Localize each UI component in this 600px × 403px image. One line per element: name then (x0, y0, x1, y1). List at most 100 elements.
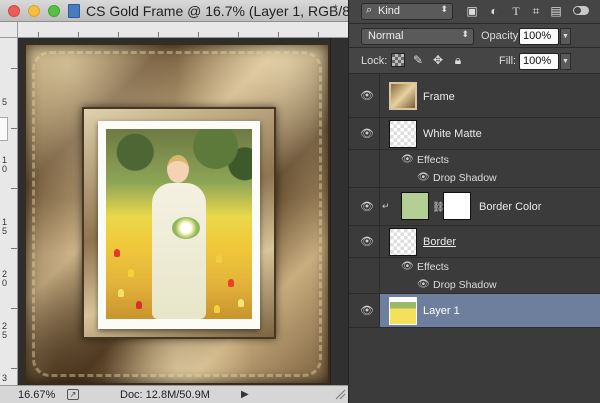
layer-name[interactable]: White Matte (423, 128, 482, 140)
effects-visibility-eye-icon[interactable]: 👁︎ (401, 261, 414, 272)
status-menu-arrow-icon[interactable]: ▶ (241, 389, 249, 400)
status-bar: 16.67% ↗ Doc: 12.8M/50.9M ▶ (0, 385, 348, 403)
fill-slider-button[interactable]: ▼ (560, 53, 571, 70)
effects-label: Effects (417, 154, 449, 166)
shape-filter-icon[interactable]: ⌗ (529, 4, 543, 18)
effect-visibility-eye-icon[interactable]: 👁︎ (417, 279, 430, 290)
lock-label: Lock: (361, 55, 388, 67)
opacity-label: Opacity: (481, 30, 522, 42)
visibility-eye-icon[interactable]: 👁︎ (360, 127, 374, 141)
dropdown-arrow-icon: ⬍ (440, 4, 448, 14)
visibility-eye-icon[interactable]: 👁︎ (360, 200, 374, 214)
layer-row-layer-1[interactable]: 👁︎ Layer 1 (349, 294, 600, 328)
fill-label: Fill: (499, 55, 517, 67)
effect-visibility-eye-icon[interactable]: 👁︎ (417, 172, 430, 183)
vertical-scrollbar[interactable] (330, 38, 348, 385)
effects-row[interactable]: 👁︎ Effects (349, 150, 600, 169)
tulip (136, 301, 142, 309)
mask-thumbnail[interactable] (443, 192, 471, 220)
visibility-column (349, 150, 380, 169)
layer-thumbnail (389, 297, 417, 325)
ruler-label: 1 0 (2, 155, 8, 174)
visibility-eye-icon[interactable]: 👁︎ (360, 304, 374, 318)
filter-toggle[interactable] (573, 6, 589, 15)
clipping-arrow-icon: ↵ (382, 201, 390, 211)
lock-pixels-brush-icon[interactable]: ✎ (411, 53, 425, 67)
zoom-window-button[interactable] (48, 5, 60, 17)
layers-list: 👁︎ Frame 👁︎ White Matte 👁︎ Effects 👁︎ Dr… (349, 74, 600, 403)
visibility-column: 👁︎ (349, 294, 380, 327)
tulip (228, 279, 234, 287)
effects-visibility-eye-icon[interactable]: 👁︎ (401, 154, 414, 165)
tulip (238, 299, 244, 307)
document-canvas[interactable] (18, 38, 330, 385)
layer-row-white-matte[interactable]: 👁︎ White Matte (349, 118, 600, 150)
visibility-column: 👁︎ (349, 188, 380, 225)
layer-name[interactable]: Layer 1 (423, 305, 460, 317)
layer-thumbnail (389, 120, 417, 148)
effect-name: Drop Shadow (433, 279, 497, 291)
ruler-label: 2 0 (2, 269, 8, 288)
ruler-tick (238, 32, 239, 37)
tulip (118, 289, 124, 297)
ruler-tick (11, 68, 17, 69)
layer-name[interactable]: Frame (423, 91, 455, 103)
document-window: CS Gold Frame @ 16.7% (Layer 1, RGB/8#) … (0, 0, 362, 403)
adjustment-filter-icon[interactable]: ◐ (487, 4, 501, 18)
effect-row-drop-shadow[interactable]: 👁︎ Drop Shadow (349, 169, 600, 188)
lock-fill-bar: Lock: ✎ ✥ 🔒︎ Fill: 100% ▼ (349, 48, 600, 74)
lock-all-icon[interactable]: 🔒︎ (451, 53, 465, 67)
filter-kind-label: Kind (378, 5, 401, 17)
visibility-eye-icon[interactable]: 👁︎ (360, 89, 374, 103)
panel-collapse-handle[interactable] (0, 117, 8, 141)
image-filter-icon[interactable]: ▣ (465, 4, 479, 18)
blend-mode-value: Normal (368, 30, 404, 42)
zoom-level-field[interactable]: 16.67% (18, 389, 55, 401)
ruler-label: 3 (2, 373, 8, 383)
effects-row[interactable]: 👁︎ Effects (349, 258, 600, 276)
effect-row-drop-shadow[interactable]: 👁︎ Drop Shadow (349, 276, 600, 294)
layer-row-border[interactable]: 👁︎ Border (349, 226, 600, 258)
vertical-ruler[interactable]: 5 1 0 1 5 2 0 2 5 3 (0, 38, 18, 385)
lock-transparency-icon[interactable] (391, 53, 405, 67)
opacity-field[interactable]: 100% (519, 28, 559, 45)
filter-kind-dropdown[interactable]: ⌕ Kind ⬍ (361, 3, 453, 20)
document-title-bar[interactable]: CS Gold Frame @ 16.7% (Layer 1, RGB/8#) … (0, 0, 362, 22)
ruler-label: 2 5 (2, 321, 8, 340)
ruler-tick (11, 188, 17, 189)
ruler-tick (318, 32, 319, 37)
document-icon (68, 4, 80, 18)
document-modified-marker: * (333, 2, 338, 16)
bride-dress (152, 183, 206, 319)
effect-name: Drop Shadow (433, 172, 497, 184)
layer-name[interactable]: Border Color (479, 201, 541, 213)
visibility-column: 👁︎ (349, 226, 380, 257)
layer-filter-bar: ⌕ Kind ⬍ ▣ ◐ T ⌗ ▤ (349, 0, 600, 24)
ruler-tick (198, 32, 199, 37)
layer-name[interactable]: Border (423, 236, 456, 248)
opacity-slider-button[interactable]: ▼ (560, 28, 571, 45)
layer-row-border-color[interactable]: 👁︎ ↵ ⛓︎ Border Color (349, 188, 600, 226)
tulip (216, 255, 222, 263)
ruler-tick (78, 32, 79, 37)
bouquet (172, 217, 200, 239)
minimize-window-button[interactable] (28, 5, 40, 17)
ruler-tick (158, 32, 159, 37)
ruler-tick (38, 32, 39, 37)
type-filter-icon[interactable]: T (509, 4, 523, 18)
fill-color-thumbnail[interactable] (401, 192, 429, 220)
resize-grip-icon[interactable] (334, 388, 346, 400)
close-window-button[interactable] (8, 5, 20, 17)
visibility-eye-icon[interactable]: 👁︎ (360, 235, 374, 249)
horizontal-ruler[interactable] (18, 22, 348, 38)
blend-mode-dropdown[interactable]: Normal ⬍ (361, 28, 474, 45)
blend-opacity-bar: Normal ⬍ Opacity: 100% ▼ (349, 24, 600, 48)
smart-object-filter-icon[interactable]: ▤ (549, 4, 563, 18)
fill-field[interactable]: 100% (519, 53, 559, 70)
ruler-origin[interactable] (0, 22, 18, 38)
lock-position-move-icon[interactable]: ✥ (431, 53, 445, 67)
visibility-column (349, 258, 380, 276)
export-icon[interactable]: ↗ (67, 389, 79, 400)
visibility-column: 👁︎ (349, 74, 380, 117)
layer-row-frame[interactable]: 👁︎ Frame (349, 74, 600, 118)
